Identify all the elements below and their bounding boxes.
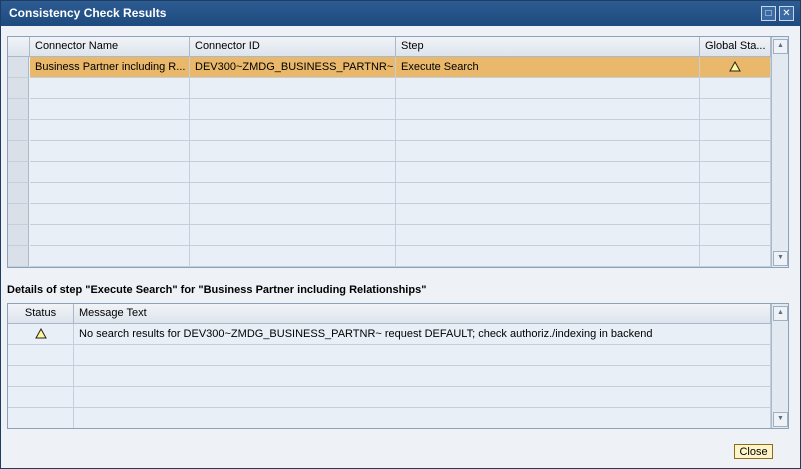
- empty-cell[interactable]: [190, 246, 396, 267]
- scroll-down-icon[interactable]: ▼: [773, 251, 788, 266]
- results-table: Connector Name Connector ID Step Global …: [7, 36, 789, 268]
- dialog-title: Consistency Check Results: [9, 6, 167, 20]
- col-message-text[interactable]: Message Text: [74, 304, 771, 324]
- empty-cell[interactable]: [700, 162, 771, 183]
- empty-cell[interactable]: [74, 366, 771, 387]
- empty-cell[interactable]: [190, 162, 396, 183]
- warning-icon: [729, 61, 741, 72]
- empty-cell[interactable]: [396, 162, 700, 183]
- empty-cell[interactable]: [74, 408, 771, 428]
- empty-cell[interactable]: [190, 141, 396, 162]
- empty-cell[interactable]: [190, 204, 396, 225]
- col-step[interactable]: Step: [396, 37, 700, 57]
- results-scrollbar[interactable]: ▲ ▼: [771, 37, 788, 267]
- row-selector[interactable]: [8, 120, 29, 141]
- close-button[interactable]: Close: [734, 444, 773, 459]
- empty-cell[interactable]: [700, 204, 771, 225]
- empty-cell[interactable]: [190, 225, 396, 246]
- empty-cell[interactable]: [8, 408, 74, 428]
- empty-cell[interactable]: [30, 120, 190, 141]
- empty-cell[interactable]: [700, 120, 771, 141]
- select-all-corner[interactable]: [8, 37, 30, 57]
- empty-cell[interactable]: [190, 99, 396, 120]
- details-table: Status Message Text No search results fo…: [7, 303, 789, 429]
- empty-cell[interactable]: [190, 183, 396, 204]
- row-selector[interactable]: [8, 246, 29, 267]
- empty-cell[interactable]: [74, 345, 771, 366]
- connector-id-cell[interactable]: DEV300~ZMDG_BUSINESS_PARTNR~: [190, 57, 396, 78]
- empty-cell[interactable]: [396, 78, 700, 99]
- empty-cell[interactable]: [700, 225, 771, 246]
- empty-cell[interactable]: [700, 246, 771, 267]
- empty-cell[interactable]: [30, 246, 190, 267]
- maximize-icon[interactable]: □: [761, 6, 776, 21]
- scroll-up-icon[interactable]: ▲: [773, 306, 788, 321]
- message-text-cell[interactable]: No search results for DEV300~ZMDG_BUSINE…: [74, 324, 771, 345]
- empty-cell[interactable]: [396, 225, 700, 246]
- scroll-up-icon[interactable]: ▲: [773, 39, 788, 54]
- empty-cell[interactable]: [190, 120, 396, 141]
- warning-icon: [34, 328, 47, 339]
- details-title: Details of step "Execute Search" for "Bu…: [7, 284, 427, 296]
- empty-cell[interactable]: [396, 141, 700, 162]
- empty-cell[interactable]: [700, 78, 771, 99]
- col-global-status[interactable]: Global Sta...: [700, 37, 771, 57]
- empty-cell[interactable]: [74, 387, 771, 408]
- empty-cell[interactable]: [396, 246, 700, 267]
- empty-cell[interactable]: [30, 225, 190, 246]
- empty-cell[interactable]: [700, 99, 771, 120]
- row-selector[interactable]: [8, 78, 29, 99]
- consistency-check-dialog: Consistency Check Results □ ✕ Connector …: [0, 0, 801, 469]
- row-selector[interactable]: [8, 204, 29, 225]
- details-scrollbar[interactable]: ▲ ▼: [771, 304, 788, 428]
- col-connector-name[interactable]: Connector Name: [30, 37, 190, 57]
- row-selector[interactable]: [8, 57, 29, 78]
- title-bar[interactable]: Consistency Check Results □ ✕: [1, 1, 800, 26]
- row-selector[interactable]: [8, 99, 29, 120]
- row-selector[interactable]: [8, 162, 29, 183]
- empty-cell[interactable]: [30, 162, 190, 183]
- empty-cell[interactable]: [700, 183, 771, 204]
- empty-cell[interactable]: [396, 183, 700, 204]
- empty-cell[interactable]: [30, 78, 190, 99]
- status-cell[interactable]: [8, 324, 74, 345]
- global-status-cell[interactable]: [700, 57, 771, 78]
- step-cell[interactable]: Execute Search: [396, 57, 700, 78]
- empty-cell[interactable]: [700, 141, 771, 162]
- scroll-down-icon[interactable]: ▼: [773, 412, 788, 427]
- empty-cell[interactable]: [30, 99, 190, 120]
- empty-cell[interactable]: [8, 345, 74, 366]
- empty-cell[interactable]: [8, 366, 74, 387]
- empty-cell[interactable]: [8, 387, 74, 408]
- empty-cell[interactable]: [396, 204, 700, 225]
- empty-cell[interactable]: [396, 120, 700, 141]
- row-selector[interactable]: [8, 183, 29, 204]
- row-selector[interactable]: [8, 225, 29, 246]
- empty-cell[interactable]: [396, 99, 700, 120]
- close-icon[interactable]: ✕: [779, 6, 794, 21]
- connector-name-cell[interactable]: Business Partner including R...: [30, 57, 190, 78]
- col-status[interactable]: Status: [8, 304, 74, 324]
- empty-cell[interactable]: [30, 204, 190, 225]
- col-connector-id[interactable]: Connector ID: [190, 37, 396, 57]
- empty-cell[interactable]: [30, 141, 190, 162]
- empty-cell[interactable]: [30, 183, 190, 204]
- row-selector[interactable]: [8, 141, 29, 162]
- empty-cell[interactable]: [190, 78, 396, 99]
